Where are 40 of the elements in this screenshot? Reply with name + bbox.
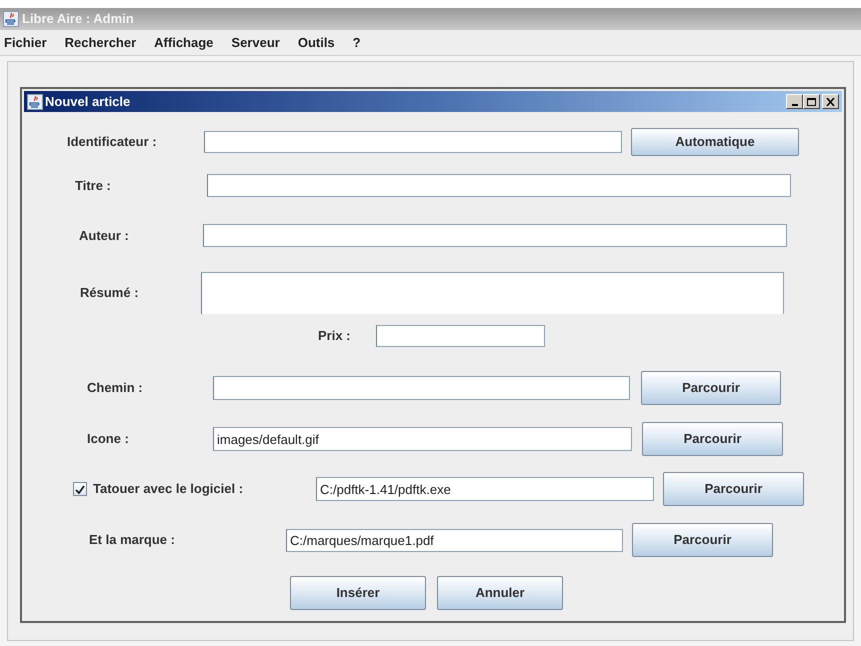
field-label: Identificateur : [67, 134, 157, 149]
close-icon [826, 98, 835, 106]
window-title: Libre Aire : Admin [22, 10, 134, 28]
text-field[interactable] [376, 325, 545, 347]
close-button[interactable] [822, 94, 839, 109]
action-button[interactable]: Parcourir [632, 523, 773, 557]
menu-item[interactable]: ? [352, 32, 361, 52]
field-label: Icone : [87, 431, 129, 446]
action-button[interactable]: Parcourir [642, 422, 783, 456]
text-field[interactable] [203, 224, 787, 247]
menu-item[interactable]: Fichier [4, 32, 47, 52]
text-field[interactable]: C:/pdftk-1.41/pdftk.exe [316, 477, 654, 501]
field-label: Auteur : [79, 228, 129, 242]
action-button[interactable]: Parcourir [663, 472, 804, 506]
dialog-button[interactable]: Insérer [290, 576, 426, 610]
menu-item[interactable]: Serveur [231, 32, 280, 52]
field-label: Résumé : [80, 285, 139, 300]
minimize-button[interactable] [786, 94, 803, 109]
field-label: Tatouer avec le logiciel : [93, 481, 244, 496]
text-field[interactable]: images/default.gif [213, 427, 632, 451]
field-label: Prix : [318, 328, 351, 343]
menu-item[interactable]: Rechercher [64, 32, 136, 52]
field-label: Chemin : [87, 380, 143, 395]
menu-item[interactable]: Outils [298, 32, 335, 52]
dialog-title: Nouvel article [45, 92, 130, 111]
text-field[interactable] [213, 376, 630, 400]
dialog-button[interactable]: Annuler [437, 576, 563, 610]
text-field[interactable] [204, 131, 622, 153]
field-label: Titre : [75, 178, 111, 192]
menu-item[interactable]: Affichage [154, 32, 214, 52]
checkbox[interactable] [73, 482, 87, 496]
text-field[interactable] [207, 174, 791, 197]
action-button[interactable]: Automatique [631, 128, 799, 156]
dialog-icon [27, 94, 43, 110]
maximize-button[interactable] [803, 94, 820, 109]
field-label: Et la marque : [89, 532, 175, 547]
action-button[interactable]: Parcourir [641, 371, 781, 405]
summary-field[interactable] [201, 272, 784, 314]
text-field[interactable]: C:/marques/marque1.pdf [286, 528, 623, 552]
app-icon [3, 11, 19, 27]
